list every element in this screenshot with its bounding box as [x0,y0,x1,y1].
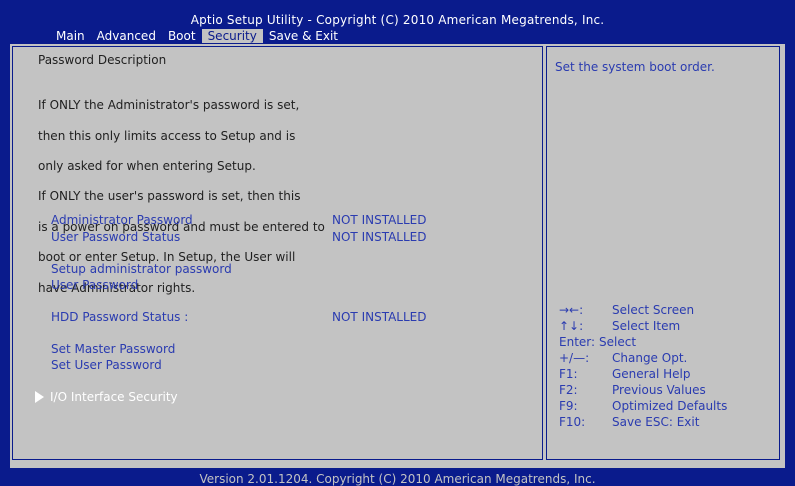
hdd-password-status-label: HDD Password Status : [51,310,189,324]
key-desc: Select Item [612,319,681,333]
desc-line: only asked for when entering Setup. [38,159,256,174]
key-label: F9: [559,399,578,413]
arrows-ud-icon: ↑↓: [559,319,584,333]
key-row: →←: Select Screen [559,302,727,318]
tab-save-exit[interactable]: Save & Exit [263,29,344,43]
desc-line: then this only limits access to Setup an… [38,128,296,143]
help-text: Set the system boot order. [555,60,715,74]
desc-line: If ONLY the user's password is set, then… [38,189,301,204]
key-desc: Previous Values [612,383,706,397]
key-legend: →←: Select Screen ↑↓: Select Item Enter: Se… [559,302,727,430]
set-user-password-item[interactable]: Set User Password [51,358,162,372]
user-password-item[interactable]: User Password [51,278,138,292]
key-row: F9: Optimized Defaults [559,398,727,414]
key-row: F2: Previous Values [559,382,727,398]
key-desc: Save ESC: Exit [612,415,700,429]
header-title: Aptio Setup Utility - Copyright (C) 2010… [190,13,605,27]
key-desc: Select [599,335,637,349]
key-row: +/—: Change Opt. [559,350,727,366]
user-password-status-label: User Password Status [51,230,181,244]
admin-password-label: Administrator Password [51,213,193,227]
key-desc: General Help [612,367,691,381]
user-password-status-value: NOT INSTALLED [332,230,427,244]
io-interface-security-item[interactable]: I/O Interface Security [50,390,178,404]
hdd-password-status-value: NOT INSTALLED [332,310,427,324]
tab-advanced[interactable]: Advanced [91,29,162,43]
tab-boot[interactable]: Boot [162,29,202,43]
key-label: +/—: [559,351,590,365]
password-description-title: Password Description [38,53,167,67]
key-row: Enter: Select [559,334,727,350]
key-row: ↑↓: Select Item [559,318,727,334]
submenu-arrow-icon [35,391,44,403]
tab-security[interactable]: Security [201,29,263,43]
desc-line: If ONLY the Administrator's password is … [38,98,300,113]
key-row: F10: Save ESC: Exit [559,414,727,430]
password-description-text: If ONLY the Administrator's password is … [38,83,325,311]
arrows-lr-icon: →←: [559,303,584,317]
key-label: F10: [559,415,586,429]
key-label: F1: [559,367,578,381]
set-master-password-item[interactable]: Set Master Password [51,342,175,356]
key-row: F1: General Help [559,366,727,382]
key-label: F2: [559,383,578,397]
key-desc: Change Opt. [612,351,688,365]
tab-bar: Main Advanced Boot Security Save & Exit [50,29,344,43]
key-desc: Optimized Defaults [612,399,728,413]
admin-password-value: NOT INSTALLED [332,213,427,227]
key-label: Enter: [559,335,596,349]
key-desc: Select Screen [612,303,695,317]
setup-admin-password-item[interactable]: Setup administrator password [51,262,232,276]
tab-main[interactable]: Main [50,29,91,43]
footer-version: Version 2.01.1204. Copyright (C) 2010 Am… [199,472,596,486]
